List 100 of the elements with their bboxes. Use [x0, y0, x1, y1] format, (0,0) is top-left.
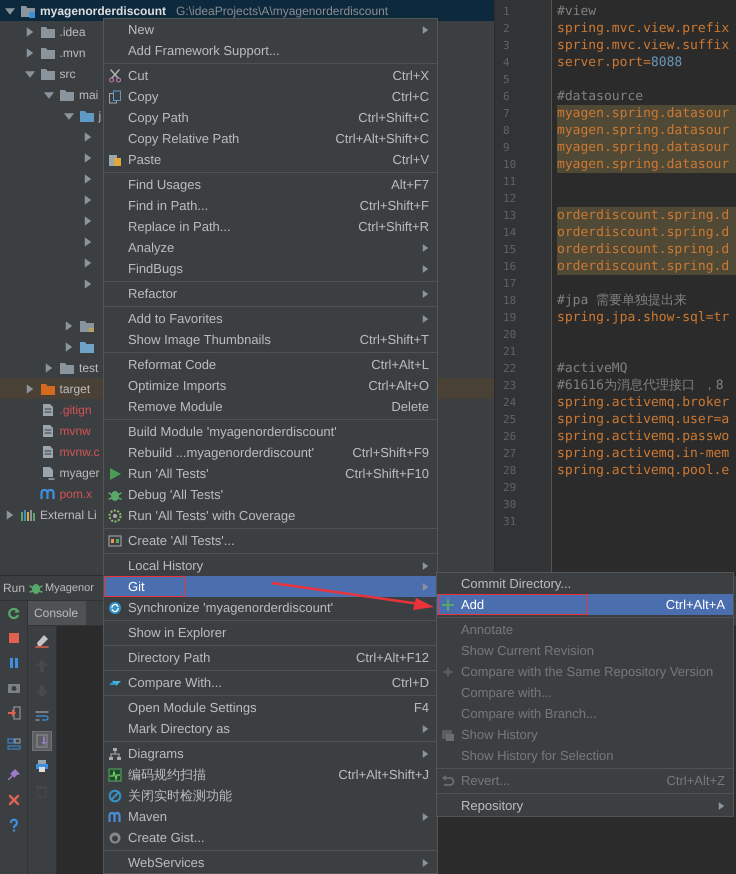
shortcut: Ctrl+D	[392, 675, 429, 690]
shortcut: Ctrl+Shift+F9	[352, 445, 429, 460]
menu-item-label: Run 'All Tests'	[128, 466, 209, 481]
menu-item[interactable]: Directory Path Ctrl+Alt+F12	[104, 647, 437, 668]
menu-item-label: Analyze	[128, 240, 174, 255]
tree-item[interactable]: .mvn	[60, 46, 86, 60]
tree-item[interactable]: target	[60, 382, 90, 396]
submenu-arrow-icon	[422, 314, 429, 324]
menu-item[interactable]: Diagrams	[104, 743, 437, 764]
menu-item[interactable]: 关闭实时检测功能	[104, 785, 437, 806]
tree-item[interactable]: test	[79, 360, 98, 374]
menu-item-label: Show Image Thumbnails	[128, 332, 271, 347]
expand-arrow-icon[interactable]	[82, 214, 94, 228]
menu-item[interactable]: Synchronize 'myagenorderdiscount'	[104, 597, 437, 618]
submenu-arrow-icon	[422, 582, 429, 592]
menu-item-label: Repository	[461, 798, 524, 813]
folder-icon	[40, 46, 56, 60]
dotted-circle-icon	[108, 508, 122, 522]
submenu-arrow-icon	[422, 812, 429, 822]
menu-item[interactable]: Refactor	[104, 283, 437, 304]
menu-item[interactable]: Find in Path... Ctrl+Shift+F	[104, 195, 437, 216]
menu-item[interactable]: Commit Directory...	[437, 573, 733, 594]
console-tab[interactable]: Console	[28, 601, 86, 625]
menu-item[interactable]: Show in Explorer	[104, 622, 437, 643]
code-line: #61616为消息代理接口 ，8	[557, 377, 725, 394]
tree-item[interactable]: myager	[60, 466, 100, 480]
layout-icon[interactable]	[6, 736, 22, 752]
expand-arrow-icon[interactable]	[82, 276, 94, 290]
expand-arrow-icon[interactable]	[82, 234, 94, 248]
menu-item[interactable]: Rebuild ...myagenorderdiscount' Ctrl+Shift+F9	[104, 442, 437, 463]
shortcut: Ctrl+Alt+A	[666, 597, 725, 612]
menu-item[interactable]: Create Gist...	[104, 827, 437, 848]
expand-arrow-icon[interactable]	[82, 192, 94, 206]
expand-arrow-icon[interactable]	[82, 172, 94, 186]
shortcut: Ctrl+Alt+Shift+C	[335, 131, 429, 146]
menu-item[interactable]: Build Module 'myagenorderdiscount'	[104, 421, 437, 442]
menu-item-label: Create 'All Tests'...	[128, 533, 235, 548]
rerun-icon[interactable]	[6, 605, 22, 621]
menu-item[interactable]: Paste Ctrl+V	[104, 149, 437, 170]
project-path: G:\ideaProjects\A\myagenorderdiscount	[176, 4, 388, 18]
scissors-icon	[108, 68, 122, 82]
menu-item[interactable]: Debug 'All Tests'	[104, 484, 437, 505]
menu-item[interactable]: Local History	[104, 555, 437, 576]
expand-arrow-icon[interactable]	[82, 256, 94, 270]
submenu-arrow-icon	[422, 858, 429, 868]
menu-item[interactable]: Run 'All Tests' with Coverage	[104, 505, 437, 526]
shortcut: F4	[414, 700, 429, 715]
expand-arrow-icon[interactable]	[82, 150, 94, 164]
pin-icon[interactable]	[6, 767, 22, 783]
menu-item[interactable]: Copy Relative Path Ctrl+Alt+Shift+C	[104, 128, 437, 149]
menu-item[interactable]: Copy Path Ctrl+Shift+C	[104, 107, 437, 128]
expand-arrow-icon[interactable]	[4, 508, 16, 522]
menu-item[interactable]: Compare With... Ctrl+D	[104, 672, 437, 693]
menu-item[interactable]: WebServices	[104, 852, 437, 873]
shortcut: Delete	[391, 399, 429, 414]
plus-icon	[441, 598, 455, 612]
tree-item[interactable]: j	[98, 108, 102, 122]
menu-item[interactable]: 编码规约扫描 Ctrl+Alt+Shift+J	[104, 764, 437, 785]
menu-item[interactable]: Maven	[104, 806, 437, 827]
run-config-tab[interactable]: Myagenor	[45, 582, 94, 594]
menu-item[interactable]: Repository	[437, 795, 733, 816]
module-folder-icon	[20, 4, 36, 18]
menu-item[interactable]: Add Framework Support...	[104, 40, 437, 61]
panel-icon	[108, 534, 122, 548]
tree-item[interactable]: .idea	[60, 24, 86, 38]
code-line: spring.mvc.view.suffix	[557, 37, 730, 54]
menu-item[interactable]: Open Module Settings F4	[104, 697, 437, 718]
menu-item[interactable]: Show Image Thumbnails Ctrl+Shift+T	[104, 329, 437, 350]
menu-item[interactable]: FindBugs	[104, 258, 437, 279]
menu-item[interactable]: Git	[104, 576, 437, 597]
folder-icon	[40, 382, 56, 396]
chart-icon	[108, 768, 122, 782]
shortcut: Ctrl+Alt+Z	[666, 773, 725, 788]
menu-item[interactable]: Create 'All Tests'...	[104, 530, 437, 551]
menu-item[interactable]: Optimize Imports Ctrl+Alt+O	[104, 375, 437, 396]
tree-item[interactable]: mai	[79, 88, 98, 102]
menu-item[interactable]: Run 'All Tests' Ctrl+Shift+F10	[104, 463, 437, 484]
menu-item[interactable]: Copy Ctrl+C	[104, 86, 437, 107]
menu-item[interactable]: Mark Directory as	[104, 718, 437, 739]
menu-item[interactable]: Replace in Path... Ctrl+Shift+R	[104, 216, 437, 237]
menu-item[interactable]: Add to Favorites	[104, 308, 437, 329]
menu-item[interactable]: Reformat Code Ctrl+Alt+L	[104, 354, 437, 375]
scroll-end-icon[interactable]	[33, 732, 51, 750]
menu-item[interactable]: Add Ctrl+Alt+A	[437, 594, 733, 615]
menu-item[interactable]: Find Usages Alt+F7	[104, 174, 437, 195]
menu-item[interactable]: Remove Module Delete	[104, 396, 437, 417]
tree-item[interactable]: myagenorderdiscount	[40, 4, 166, 18]
menu-item-label: New	[128, 22, 154, 37]
tree-item[interactable]: External Li	[40, 508, 97, 522]
menu-item[interactable]: Analyze	[104, 237, 437, 258]
expand-arrow-icon[interactable]	[43, 360, 55, 374]
menu-item-label: Cut	[128, 68, 148, 83]
menu-item[interactable]: New	[104, 19, 437, 40]
print-icon[interactable]	[33, 757, 51, 775]
tree-item[interactable]: src	[60, 66, 76, 80]
exit-icon[interactable]	[6, 705, 22, 721]
eraser-icon[interactable]	[33, 632, 51, 650]
selected-tree-row[interactable]: myagenorderdiscount G:\ideaProjects\A\myagenorderdiscount	[0, 0, 494, 21]
menu-item[interactable]: Cut Ctrl+X	[104, 65, 437, 86]
expand-arrow-icon[interactable]	[82, 130, 94, 144]
